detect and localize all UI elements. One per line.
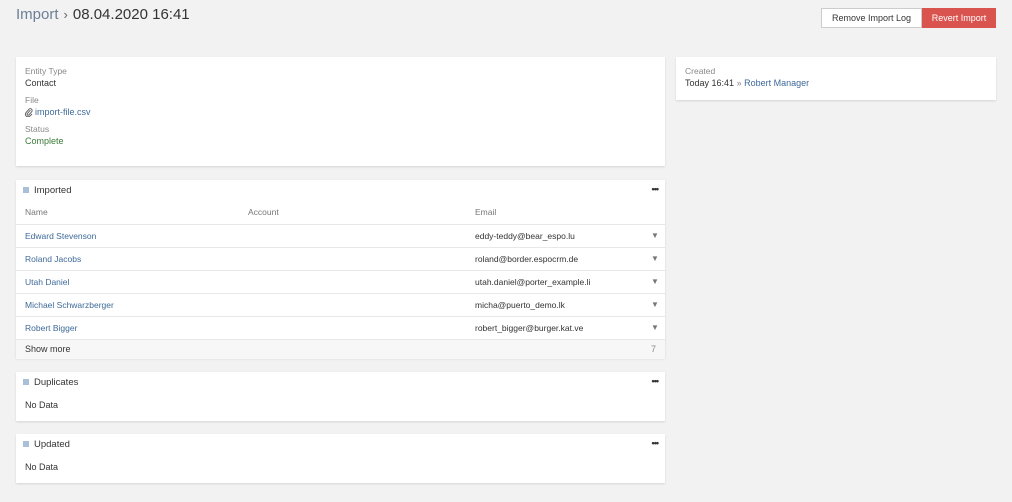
show-more-row: Show more 7: [16, 339, 665, 359]
page-title: 08.04.2020 16:41: [72, 6, 190, 23]
duplicates-panel: Duplicates ••• No Data: [16, 372, 665, 421]
row-name-link[interactable]: Michael Schwarzberger: [16, 293, 239, 317]
status-field: Status Complete: [25, 124, 656, 146]
entity-type-label: Entity Type: [25, 66, 67, 76]
row-actions-caret-icon[interactable]: ▼: [645, 293, 665, 317]
created-time: Today 16:41: [685, 78, 735, 88]
remove-import-log-button[interactable]: Remove Import Log: [821, 8, 922, 28]
column-header-actions: [645, 200, 665, 225]
panel-square-icon: [23, 441, 29, 447]
created-value: Today 16:41 » Robert Manager: [685, 78, 987, 88]
row-email[interactable]: utah.daniel@porter_example.li: [466, 270, 645, 294]
revert-import-button[interactable]: Revert Import: [922, 8, 996, 28]
row-account: [239, 247, 466, 271]
row-name-link[interactable]: Roland Jacobs: [16, 247, 239, 271]
status-label: Status: [25, 124, 50, 134]
row-actions-caret-icon[interactable]: ▼: [645, 316, 665, 340]
row-actions-caret-icon[interactable]: ▼: [645, 247, 665, 271]
status-value: Complete: [25, 136, 64, 146]
table-row: Utah Daniel utah.daniel@porter_example.l…: [16, 270, 665, 294]
remaining-count: 7: [650, 344, 656, 354]
file-field: File import-file.csv: [25, 95, 656, 117]
duplicates-panel-header: Duplicates •••: [16, 372, 665, 392]
row-account: [239, 293, 466, 317]
row-account: [239, 270, 466, 294]
row-account: [239, 224, 466, 248]
updated-panel: Updated ••• No Data: [16, 434, 665, 483]
paperclip-icon: [25, 107, 33, 117]
updated-no-data: No Data: [25, 462, 59, 472]
breadcrumb-import[interactable]: Import: [16, 6, 59, 23]
header-actions: Remove Import Log Revert Import: [821, 8, 996, 28]
table-row: Michael Schwarzberger micha@puerto_demo.…: [16, 293, 665, 317]
show-more-link[interactable]: Show more: [25, 344, 71, 354]
imported-panel-title: Imported: [34, 184, 72, 196]
column-header-name[interactable]: Name: [16, 200, 239, 225]
imported-table: Name Account Email Edward Stevenson eddy…: [16, 200, 665, 340]
file-label: File: [25, 95, 39, 105]
duplicates-no-data: No Data: [25, 400, 59, 410]
column-header-email[interactable]: Email: [466, 200, 645, 225]
table-row: Robert Bigger robert_bigger@burger.kat.v…: [16, 316, 665, 340]
row-name-link[interactable]: Utah Daniel: [16, 270, 239, 294]
column-header-account[interactable]: Account: [239, 200, 466, 225]
duplicates-panel-title: Duplicates: [34, 376, 79, 388]
row-actions-caret-icon[interactable]: ▼: [645, 270, 665, 294]
row-email[interactable]: roland@border.espocrm.de: [466, 247, 645, 271]
row-name-link[interactable]: Edward Stevenson: [16, 224, 239, 248]
entity-type-value: Contact: [25, 78, 57, 88]
page-header: Import › 08.04.2020 16:41: [16, 6, 190, 23]
imported-panel-header: Imported •••: [16, 180, 665, 200]
created-label: Created: [685, 66, 716, 76]
panel-square-icon: [23, 379, 29, 385]
panel-menu-icon[interactable]: •••: [652, 376, 660, 386]
row-email[interactable]: micha@puerto_demo.lk: [466, 293, 645, 317]
table-row: Edward Stevenson eddy-teddy@bear_espo.lu…: [16, 224, 665, 248]
panel-square-icon: [23, 187, 29, 193]
file-link[interactable]: import-file.csv: [35, 107, 91, 117]
imported-panel: Imported ••• Name Account Email Edward S…: [16, 180, 665, 359]
breadcrumb-separator: ›: [63, 7, 68, 22]
updated-panel-header: Updated •••: [16, 434, 665, 454]
panel-menu-icon[interactable]: •••: [652, 184, 660, 194]
row-email[interactable]: robert_bigger@burger.kat.ve: [466, 316, 645, 340]
row-email[interactable]: eddy-teddy@bear_espo.lu: [466, 224, 645, 248]
row-actions-caret-icon[interactable]: ▼: [645, 224, 665, 248]
details-panel: Entity Type Contact File import-file.csv…: [16, 57, 665, 166]
row-name-link[interactable]: Robert Bigger: [16, 316, 239, 340]
side-panel: Created Today 16:41 » Robert Manager: [676, 57, 996, 100]
entity-type-field: Entity Type Contact: [25, 66, 656, 88]
created-by-link[interactable]: Robert Manager: [744, 78, 809, 88]
created-separator: »: [736, 78, 742, 88]
row-account: [239, 316, 466, 340]
updated-panel-title: Updated: [34, 438, 70, 450]
panel-menu-icon[interactable]: •••: [652, 438, 660, 448]
table-row: Roland Jacobs roland@border.espocrm.de ▼: [16, 247, 665, 271]
